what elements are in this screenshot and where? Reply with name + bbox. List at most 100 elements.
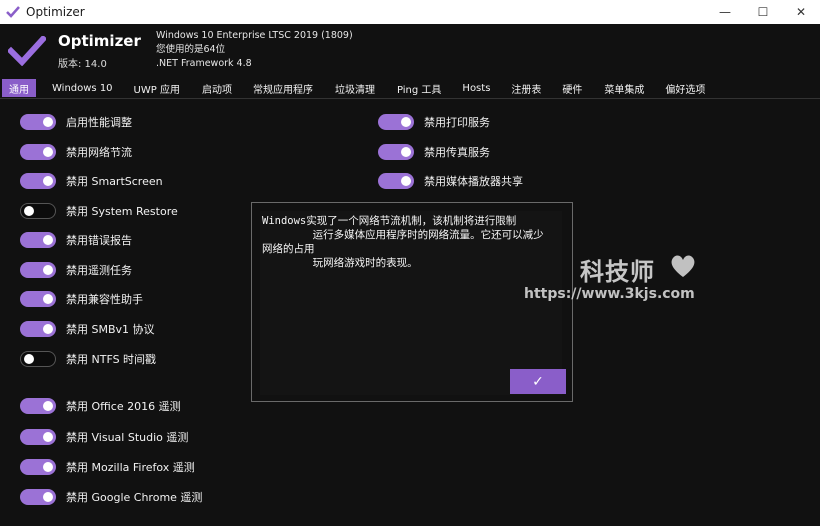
option-row: 禁用 Office 2016 遥测	[20, 396, 181, 416]
window-title: Optimizer	[26, 5, 85, 19]
os-version: Windows 10 Enterprise LTSC 2019 (1809)	[156, 30, 353, 41]
watermark-title: 科技师	[580, 258, 655, 286]
option-toggle[interactable]	[20, 144, 56, 160]
tab-item[interactable]: 启动项	[195, 79, 239, 97]
toggle-knob	[43, 432, 53, 442]
toggle-knob	[401, 147, 411, 157]
option-toggle[interactable]	[20, 489, 56, 505]
dialog-line: 玩网络游戏时的表现。	[262, 257, 418, 269]
option-label: 禁用 Visual Studio 遥测	[66, 431, 189, 444]
framework-info: .NET Framework 4.8	[156, 58, 252, 69]
tab-item[interactable]: 垃圾清理	[328, 79, 382, 97]
toggle-knob	[43, 492, 53, 502]
option-label: 禁用打印服务	[424, 116, 490, 129]
minimize-button[interactable]: —	[706, 0, 744, 24]
option-row: 禁用 SMBv1 协议	[20, 319, 155, 339]
option-label: 禁用网络节流	[66, 146, 132, 159]
option-toggle[interactable]	[20, 321, 56, 337]
toggle-knob	[43, 235, 53, 245]
toggle-knob	[401, 176, 411, 186]
info-dialog: Windows实现了一个网络节流机制，该机制将进行限制 运行多媒体应用程序时的网…	[251, 202, 573, 402]
option-row: 启用性能调整	[20, 112, 132, 132]
option-row: 禁用遥测任务	[20, 260, 132, 280]
dialog-body: Windows实现了一个网络节流机制，该机制将进行限制 运行多媒体应用程序时的网…	[260, 211, 562, 395]
option-label: 启用性能调整	[66, 116, 132, 129]
app-name: Optimizer	[58, 32, 141, 50]
option-toggle[interactable]	[20, 429, 56, 445]
ok-button[interactable]: ✓	[510, 369, 566, 394]
close-button[interactable]: ✕	[782, 0, 820, 24]
option-label: 禁用兼容性助手	[66, 293, 143, 306]
option-row: 禁用错误报告	[20, 230, 132, 250]
app-version: 版本: 14.0	[58, 59, 107, 70]
option-toggle[interactable]	[20, 291, 56, 307]
arch-info: 您使用的是64位	[156, 44, 226, 55]
option-toggle[interactable]	[20, 351, 56, 367]
option-toggle[interactable]	[20, 173, 56, 189]
tab-item[interactable]: UWP 应用	[127, 79, 187, 97]
tab-item[interactable]: 硬件	[555, 79, 589, 97]
toggle-knob	[43, 147, 53, 157]
tab-item[interactable]: 常规应用程序	[246, 79, 320, 97]
option-toggle[interactable]	[20, 203, 56, 219]
watermark-heart-icon	[671, 255, 695, 277]
toggle-knob	[24, 206, 34, 216]
tab-item[interactable]: 偏好选项	[658, 79, 712, 97]
option-toggle[interactable]	[378, 144, 414, 160]
option-label: 禁用遥测任务	[66, 264, 132, 277]
tab-item[interactable]: Ping 工具	[390, 79, 448, 97]
option-toggle[interactable]	[378, 173, 414, 189]
toggle-knob	[43, 294, 53, 304]
dialog-text: Windows实现了一个网络节流机制，该机制将进行限制 运行多媒体应用程序时的网…	[262, 214, 562, 270]
toggle-knob	[24, 354, 34, 364]
option-label: 禁用 Office 2016 遥测	[66, 400, 181, 413]
option-row: 禁用打印服务	[378, 112, 490, 132]
option-label: 禁用 NTFS 时间戳	[66, 353, 157, 366]
option-toggle[interactable]	[20, 459, 56, 475]
tab-item[interactable]: Hosts	[455, 79, 497, 97]
tab-item[interactable]: 通用	[2, 79, 36, 97]
tab-bar: 通用 Windows 10 UWP 应用 启动项 常规应用程序 垃圾清理 Ping 工具 Ho…	[0, 78, 820, 98]
option-row: 禁用媒体播放器共享	[378, 171, 523, 191]
option-toggle[interactable]	[20, 232, 56, 248]
system-info: Windows 10 Enterprise LTSC 2019 (1809) 您…	[156, 29, 353, 71]
option-label: 禁用传真服务	[424, 146, 490, 159]
option-row: 禁用 SmartScreen	[20, 171, 163, 191]
option-label: 禁用 Google Chrome 遥测	[66, 491, 203, 504]
tab-item[interactable]: 菜单集成	[597, 79, 651, 97]
option-row: 禁用 Google Chrome 遥测	[20, 487, 202, 507]
option-toggle[interactable]	[20, 114, 56, 130]
option-row: 禁用传真服务	[378, 142, 490, 162]
maximize-button[interactable]: ☐	[744, 0, 782, 24]
tab-item[interactable]: 注册表	[504, 79, 548, 97]
option-row: 禁用 System Restore	[20, 201, 178, 221]
toggle-knob	[43, 176, 53, 186]
option-label: 禁用 SmartScreen	[66, 175, 163, 188]
tab-item[interactable]: Windows 10	[45, 79, 120, 97]
option-row: 禁用网络节流	[20, 142, 132, 162]
toggle-knob	[43, 324, 53, 334]
option-toggle[interactable]	[20, 398, 56, 414]
option-label: 禁用 Mozilla Firefox 遥测	[66, 461, 195, 474]
watermark-url: https://www.3kjs.com	[524, 286, 695, 302]
app-check-icon	[6, 6, 20, 18]
toggle-knob	[401, 117, 411, 127]
logo-check-icon	[8, 36, 46, 66]
toggle-knob	[43, 401, 53, 411]
option-row: 禁用 Mozilla Firefox 遥测	[20, 457, 195, 477]
option-row: 禁用 Visual Studio 遥测	[20, 427, 188, 447]
dialog-line: 网络的占用	[262, 243, 315, 255]
option-row: 禁用兼容性助手	[20, 289, 143, 309]
option-toggle[interactable]	[20, 262, 56, 278]
option-toggle[interactable]	[378, 114, 414, 130]
title-bar: Optimizer — ☐ ✕	[0, 0, 820, 24]
toggle-knob	[43, 265, 53, 275]
option-label: 禁用 SMBv1 协议	[66, 323, 155, 336]
option-label: 禁用媒体播放器共享	[424, 175, 523, 188]
app-header: Optimizer 版本: 14.0 Windows 10 Enterprise…	[0, 24, 820, 76]
tab-divider	[0, 98, 820, 99]
option-label: 禁用 System Restore	[66, 205, 178, 218]
option-row: 禁用 NTFS 时间戳	[20, 349, 156, 369]
dialog-line: 运行多媒体应用程序时的网络流量。它还可以减少	[262, 229, 544, 241]
toggle-knob	[43, 462, 53, 472]
